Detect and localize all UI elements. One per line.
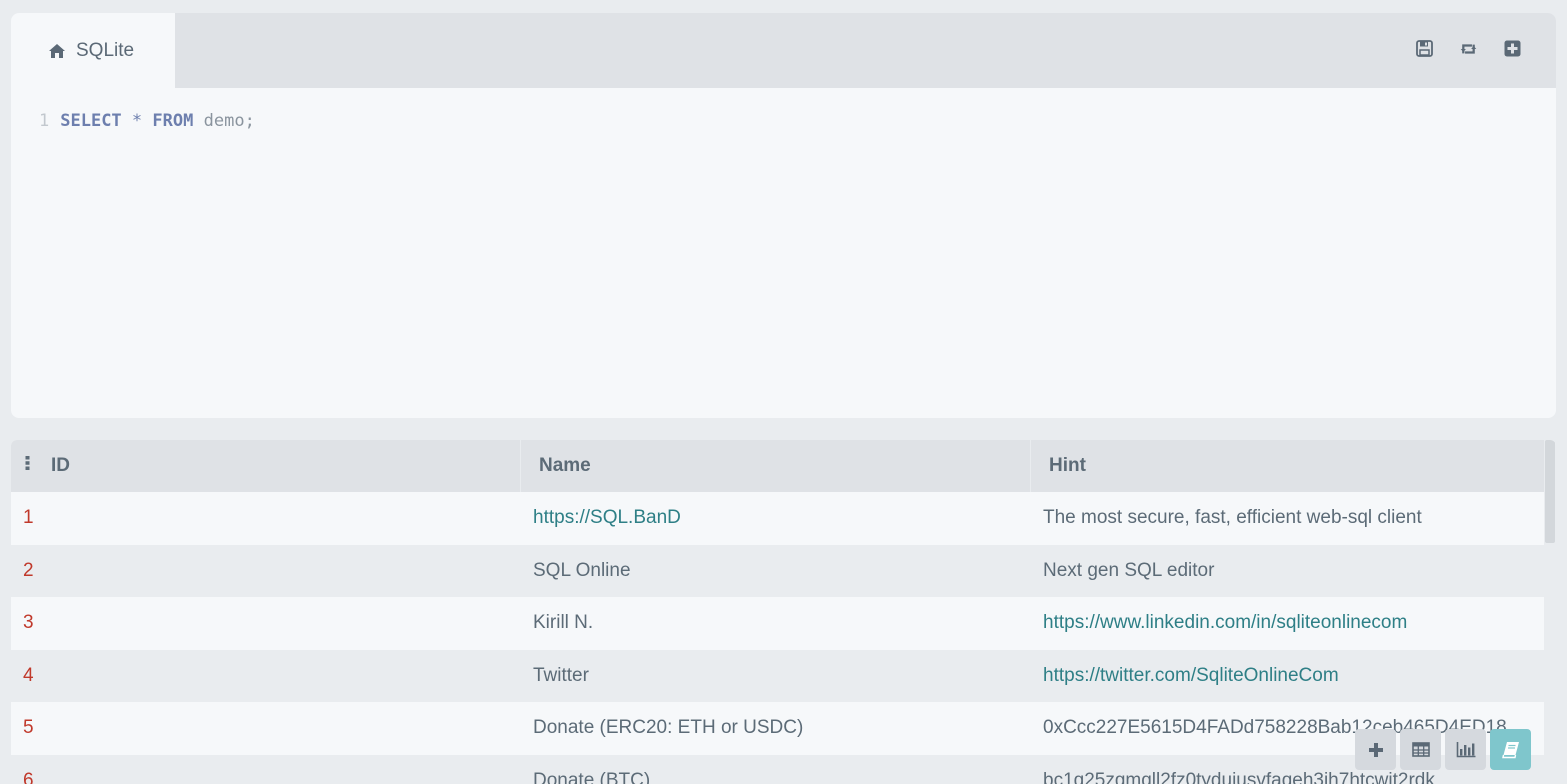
keyword-select: SELECT	[60, 111, 122, 131]
tab-bar: SQLite	[11, 13, 1556, 88]
line-number: 1	[39, 111, 50, 131]
retweet-icon[interactable]	[1459, 39, 1478, 58]
home-icon	[49, 43, 65, 58]
results-grid: ID Name Hint 1 https://SQL.BanD The most…	[11, 440, 1556, 784]
tab-sqlite[interactable]: SQLite	[11, 13, 175, 88]
editor-panel: SQLite 1 SELECT * FROM demo;	[11, 13, 1556, 418]
column-label: Hint	[1049, 455, 1086, 476]
scrollbar-thumb[interactable]	[1545, 440, 1555, 543]
table-row[interactable]: 6 Donate (BTC) bc1q25zgmqll2fz0tydujusvf…	[11, 754, 1544, 784]
operator-star: *	[131, 111, 143, 131]
sql-editor[interactable]: 1 SELECT * FROM demo;	[11, 88, 1556, 418]
cell-id[interactable]: 1	[11, 507, 533, 529]
cell-name[interactable]: Kirill N.	[533, 612, 1043, 634]
cell-hint[interactable]: Next gen SQL editor	[1043, 560, 1544, 582]
cell-hint[interactable]: The most secure, fast, efficient web-sql…	[1043, 507, 1544, 529]
cell-name[interactable]: Donate (BTC)	[533, 770, 1043, 784]
cell-id[interactable]: 5	[11, 717, 533, 739]
cell-hint[interactable]: https://www.linkedin.com/in/sqliteonline…	[1043, 612, 1544, 634]
tab-label: SQLite	[76, 39, 135, 61]
table-row[interactable]: 4 Twitter https://twitter.com/SqliteOnli…	[11, 649, 1544, 702]
table-identifier: demo;	[203, 111, 255, 131]
table-row[interactable]: 3 Kirill N. https://www.linkedin.com/in/…	[11, 597, 1544, 650]
table-row[interactable]: 5 Donate (ERC20: ETH or USDC) 0xCcc227E5…	[11, 702, 1544, 755]
cell-id[interactable]: 2	[11, 560, 533, 582]
table-header: ID Name Hint	[11, 440, 1544, 492]
cell-id[interactable]: 4	[11, 665, 533, 687]
cell-name[interactable]: Donate (ERC20: ETH or USDC)	[533, 717, 1043, 739]
save-icon[interactable]	[1415, 39, 1434, 58]
plus-square-icon[interactable]	[1503, 39, 1522, 58]
bottom-action-bar	[1355, 729, 1531, 770]
column-header-id[interactable]: ID	[11, 440, 521, 492]
column-header-name[interactable]: Name	[521, 440, 1031, 492]
editor-toolbar	[1415, 39, 1522, 58]
column-label: ID	[51, 455, 70, 476]
code-line: 1 SELECT * FROM demo;	[39, 111, 255, 131]
vertical-scrollbar[interactable]	[1544, 440, 1556, 784]
column-header-hint[interactable]: Hint	[1031, 440, 1544, 492]
cell-name[interactable]: https://SQL.BanD	[533, 507, 1043, 529]
cell-hint[interactable]: https://twitter.com/SqliteOnlineCom	[1043, 665, 1544, 687]
cell-id[interactable]: 6	[11, 770, 533, 784]
column-label: Name	[539, 455, 591, 476]
bar-chart-icon[interactable]	[1445, 729, 1486, 770]
cell-link[interactable]: https://twitter.com/SqliteOnlineCom	[1043, 665, 1339, 686]
cell-link[interactable]: https://www.linkedin.com/in/sqliteonline…	[1043, 612, 1407, 633]
cell-name[interactable]: Twitter	[533, 665, 1043, 687]
column-menu-icon[interactable]	[25, 456, 30, 470]
table-row[interactable]: 2 SQL Online Next gen SQL editor	[11, 544, 1544, 597]
keyword-from: FROM	[152, 111, 194, 131]
cell-hint[interactable]: bc1q25zgmqll2fz0tydujusvfaqeh3jh7htcwjt2…	[1043, 770, 1544, 784]
table-icon[interactable]	[1400, 729, 1441, 770]
table-row[interactable]: 1 https://SQL.BanD The most secure, fast…	[11, 492, 1544, 545]
book-icon[interactable]	[1490, 729, 1531, 770]
cell-link[interactable]: https://SQL.BanD	[533, 507, 681, 528]
cell-name[interactable]: SQL Online	[533, 560, 1043, 582]
plus-icon[interactable]	[1355, 729, 1396, 770]
table-body: 1 https://SQL.BanD The most secure, fast…	[11, 492, 1544, 784]
cell-id[interactable]: 3	[11, 612, 533, 634]
